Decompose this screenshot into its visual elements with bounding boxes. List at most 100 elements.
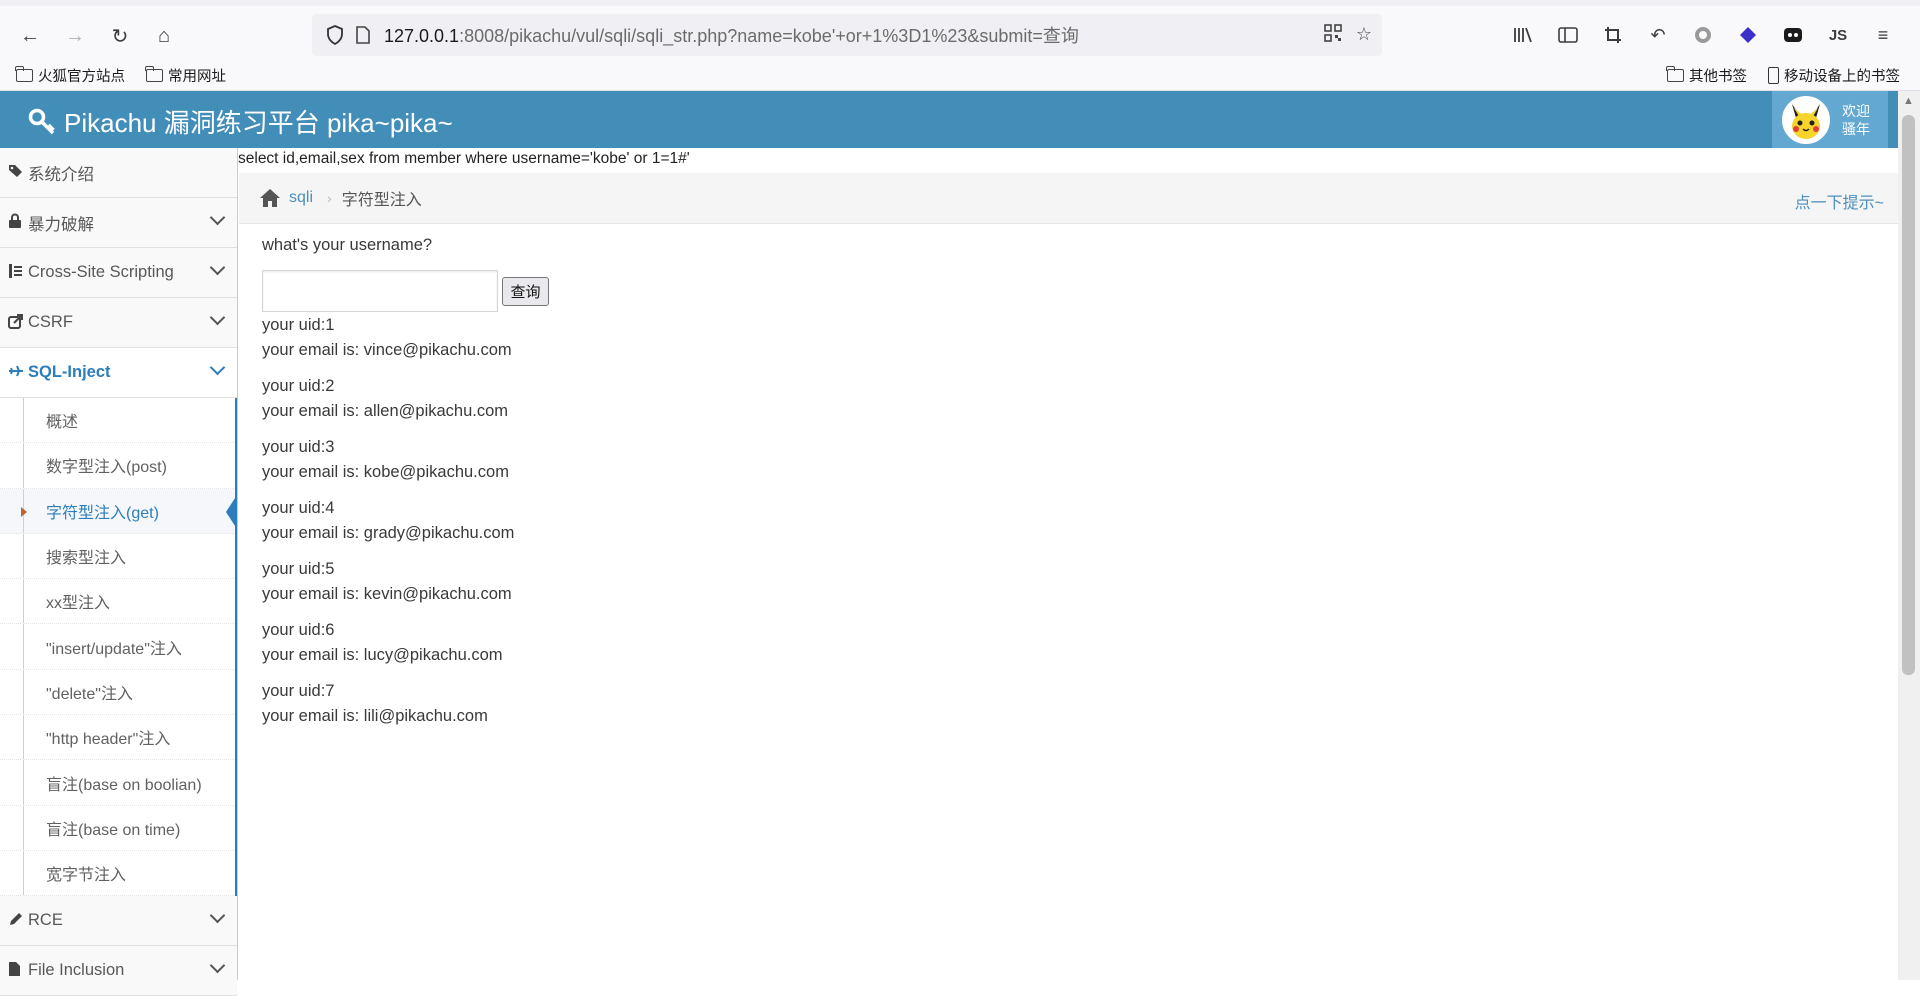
sidebar-item-label: CSRF (28, 313, 73, 331)
page-header: Pikachu 漏洞练习平台 pika~pika~ 欢迎 骚年 (0, 91, 1898, 148)
submenu-item-insert-update[interactable]: "insert/update"注入 (0, 624, 235, 670)
sitemap-icon (8, 263, 28, 282)
sidebar-item-intro[interactable]: 系统介绍 (0, 148, 237, 198)
forward-arrow-icon[interactable]: → (59, 20, 91, 52)
pencil-icon (8, 912, 28, 930)
undo-icon[interactable]: ↶ (1645, 22, 1671, 48)
bookmark-other[interactable]: 其他书签 (1666, 65, 1747, 86)
bookmarks-bar: 火狐官方站点 常用网址 其他书签 移动设备上的书签 (0, 61, 1920, 91)
submenu-item-numeric-post[interactable]: 数字型注入(post) (0, 443, 235, 489)
result-uid: your uid:1 (262, 316, 335, 334)
submenu-item-wide-byte[interactable]: 宽字节注入 (0, 850, 235, 897)
result-item: your uid:3 your email is: kobe@pikachu.c… (262, 435, 549, 484)
main-content: what's your username? 查询 your uid:1 your… (262, 236, 549, 740)
submenu-item-overview[interactable]: 概述 (0, 398, 235, 444)
crop-screenshot-icon[interactable] (1600, 22, 1626, 48)
chevron-down-icon (209, 309, 226, 326)
scroll-up-arrow-icon[interactable]: ▲ (1903, 95, 1914, 107)
result-item: your uid:5 your email is: kevin@pikachu.… (262, 557, 549, 606)
site-title[interactable]: Pikachu 漏洞练习平台 pika~pika~ (28, 103, 453, 140)
submenu-item-http-header[interactable]: "http header"注入 (0, 715, 235, 761)
submenu-item-label: 盲注(base on time) (46, 821, 181, 839)
bookmark-label: 移动设备上的书签 (1784, 69, 1900, 85)
sidebar-item-label: 系统介绍 (28, 165, 94, 184)
js-extension-icon[interactable]: JS (1825, 22, 1851, 48)
breadcrumb-link-sqli[interactable]: sqli (289, 189, 313, 207)
submenu-item-string-get[interactable]: 字符型注入(get) (0, 488, 237, 534)
ghost-extension-icon[interactable] (1780, 22, 1806, 48)
submenu-item-label: "insert/update"注入 (46, 640, 182, 658)
result-item: your uid:1 your email is: vince@pikachu.… (262, 313, 549, 362)
library-icon[interactable] (1510, 22, 1536, 48)
user-menu[interactable]: 欢迎 骚年 (1772, 91, 1888, 148)
sql-statement: select id,email,sex from member where us… (238, 150, 690, 167)
submenu-item-blind-time[interactable]: 盲注(base on time) (0, 805, 235, 851)
submenu-item-label: 搜索型注入 (46, 550, 127, 568)
url-text[interactable]: 127.0.0.1:8008/pikachu/vul/sqli/sqli_str… (384, 22, 1079, 48)
file-icon (8, 961, 28, 980)
bookmark-star-icon[interactable]: ☆ (1356, 24, 1372, 47)
bookmark-firefox-sites[interactable]: 火狐官方站点 (15, 65, 125, 86)
sidebar-item-brute-force[interactable]: 暴力破解 (0, 198, 237, 248)
query-form: 查询 (262, 270, 549, 312)
back-arrow-icon[interactable]: ← (14, 20, 46, 52)
avatar (1782, 95, 1830, 144)
result-item: your uid:6 your email is: lucy@pikachu.c… (262, 618, 549, 667)
sql-inject-submenu: 概述 数字型注入(post) 字符型注入(get) 搜索型注入 xx型注入 "i… (0, 398, 237, 897)
qr-code-icon[interactable] (1324, 24, 1342, 47)
home-button-icon[interactable]: ⌂ (148, 20, 180, 52)
active-pointer-icon (226, 494, 237, 529)
circle-extension-icon[interactable] (1690, 22, 1716, 48)
page-scrollbar[interactable]: ▲ (1898, 91, 1920, 980)
shield-icon[interactable] (324, 24, 346, 46)
welcome-text: 欢迎 (1842, 102, 1870, 119)
mobile-device-icon (1768, 67, 1779, 84)
bookmark-label: 其他书签 (1689, 69, 1747, 85)
lock-icon (8, 213, 28, 232)
result-email: your email is: lucy@pikachu.com (262, 645, 503, 664)
page-info-icon[interactable] (354, 24, 372, 46)
result-uid: your uid:4 (262, 499, 335, 517)
sidebar-item-xss[interactable]: Cross-Site Scripting (0, 248, 237, 298)
submenu-item-xx[interactable]: xx型注入 (0, 579, 235, 625)
submenu-item-label: 宽字节注入 (46, 867, 127, 885)
bookmark-common-sites[interactable]: 常用网址 (145, 65, 226, 86)
sidebar: 系统介绍 暴力破解 Cross-Site Scripting CSRF SQL-… (0, 148, 238, 996)
result-uid: your uid:7 (262, 682, 335, 700)
scrollbar-thumb[interactable] (1902, 115, 1915, 675)
sidebar-item-csrf[interactable]: CSRF (0, 298, 237, 348)
submenu-item-search[interactable]: 搜索型注入 (0, 533, 235, 580)
submenu-item-delete[interactable]: "delete"注入 (0, 669, 235, 716)
breadcrumb-current: 字符型注入 (341, 192, 422, 209)
result-item: your uid:2 your email is: allen@pikachu.… (262, 374, 549, 423)
chevron-right-icon: › (327, 190, 332, 206)
submenu-item-blind-boolian[interactable]: 盲注(base on boolian) (0, 760, 235, 806)
submenu-item-label: "http header"注入 (46, 731, 171, 749)
address-bar[interactable]: 127.0.0.1:8008/pikachu/vul/sqli/sqli_str… (312, 14, 1382, 56)
home-icon[interactable] (259, 188, 281, 208)
submenu-item-label: xx型注入 (46, 595, 111, 613)
menu-hamburger-icon[interactable]: ≡ (1870, 22, 1896, 48)
sidebar-item-sql-inject[interactable]: SQL-Inject (0, 348, 237, 398)
sidebar-toggle-icon[interactable] (1555, 22, 1581, 48)
result-email: your email is: kobe@pikachu.com (262, 462, 509, 481)
username-input[interactable] (262, 270, 498, 312)
caret-right-icon (21, 506, 27, 517)
hint-link[interactable]: 点一下提示~ (1795, 189, 1884, 213)
sidebar-item-label: RCE (28, 911, 63, 930)
reload-icon[interactable]: ↻ (104, 20, 136, 52)
query-button[interactable]: 查询 (502, 277, 549, 306)
result-uid: your uid:3 (262, 438, 335, 456)
result-email: your email is: allen@pikachu.com (262, 401, 509, 420)
chevron-down-icon (209, 209, 226, 226)
sidebar-item-file-inclusion[interactable]: File Inclusion (0, 946, 237, 996)
chevron-down-icon (209, 907, 226, 924)
sidebar-item-rce[interactable]: RCE (0, 896, 237, 947)
submenu-item-label: "delete"注入 (46, 685, 133, 703)
result-uid: your uid:2 (262, 377, 335, 395)
layers-extension-icon[interactable] (1735, 22, 1761, 48)
result-uid: your uid:6 (262, 621, 335, 639)
bookmark-mobile[interactable]: 移动设备上的书签 (1768, 65, 1900, 86)
submenu-item-label: 概述 (46, 414, 79, 432)
key-icon (28, 108, 55, 134)
